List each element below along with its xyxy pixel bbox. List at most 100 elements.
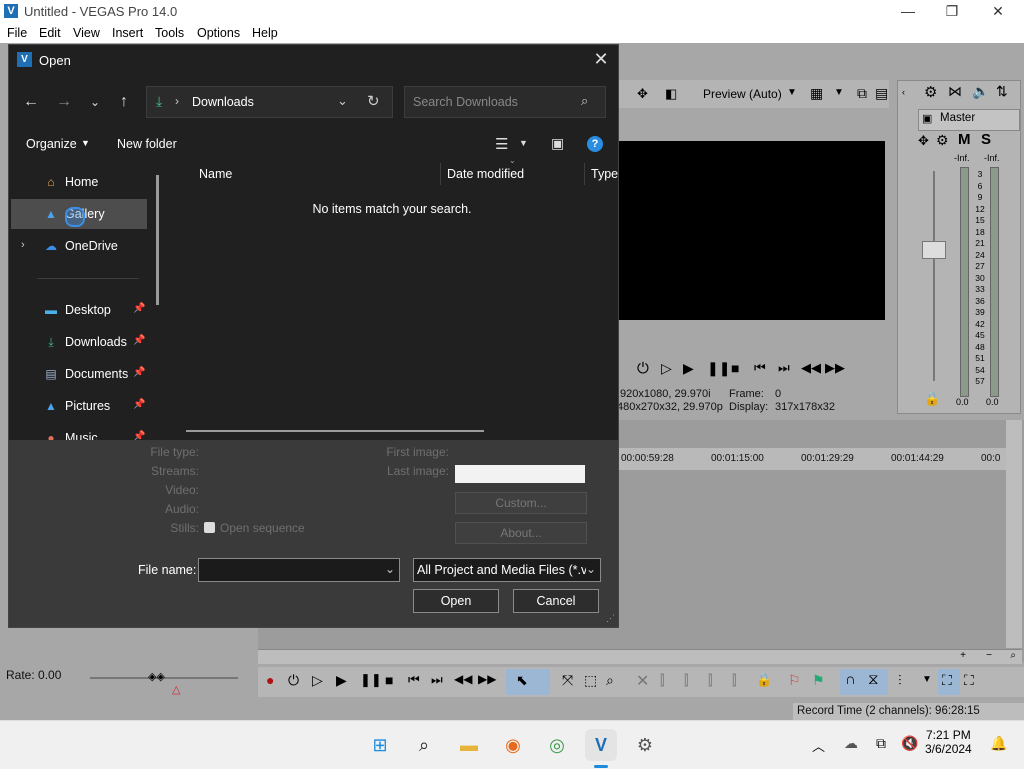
- lock-envelopes-icon[interactable]: ⛶: [942, 672, 952, 689]
- mute-button[interactable]: M: [958, 131, 971, 148]
- downmix-icon[interactable]: ⇅: [996, 83, 1008, 100]
- search-icon[interactable]: ⌕: [408, 729, 440, 761]
- overlay-icon[interactable]: ◧: [665, 86, 677, 102]
- column-date-modified[interactable]: Date modified: [447, 167, 524, 181]
- nav-scrollbar[interactable]: [156, 175, 159, 305]
- open-button[interactable]: Open: [413, 589, 499, 613]
- fx-icon[interactable]: ⚙: [936, 132, 949, 149]
- organize-button[interactable]: Organize: [26, 137, 77, 151]
- nav-item-desktop[interactable]: ▬ Desktop 📌: [11, 295, 147, 325]
- previous-frame-icon[interactable]: ◀◀: [454, 672, 472, 686]
- play-icon[interactable]: ▶: [683, 360, 694, 377]
- custom-button[interactable]: Custom...: [455, 492, 587, 514]
- bus-icon[interactable]: ⋈: [948, 83, 962, 100]
- zoom-tool-icon[interactable]: ⌕: [606, 672, 614, 689]
- nav-item-onedrive[interactable]: › ☁ OneDrive: [11, 231, 147, 261]
- nav-item-downloads[interactable]: ⤓ Downloads 📌: [11, 327, 147, 357]
- maximize-button[interactable]: ❐: [932, 2, 972, 20]
- file-explorer-icon[interactable]: ▬: [453, 729, 485, 761]
- marker-icon[interactable]: ⚐: [788, 672, 801, 689]
- chevron-down-icon[interactable]: ▼: [81, 138, 90, 148]
- gear-icon[interactable]: ⚙: [924, 83, 937, 101]
- magnify-icon[interactable]: ⌕: [1010, 650, 1016, 661]
- go-to-start-icon[interactable]: ⏮: [754, 360, 766, 376]
- help-icon[interactable]: ?: [587, 136, 603, 152]
- vegas-taskbar-icon[interactable]: V: [585, 729, 617, 761]
- address-dropdown-chevron-icon[interactable]: ⌄: [337, 93, 348, 109]
- search-input[interactable]: Search Downloads ⌕: [404, 86, 606, 118]
- breadcrumb-downloads[interactable]: Downloads: [192, 95, 254, 109]
- master-fader[interactable]: [922, 241, 946, 259]
- refresh-icon[interactable]: ↻: [367, 92, 380, 110]
- column-type[interactable]: Type: [591, 167, 618, 181]
- file-list-scrollbar[interactable]: [186, 430, 484, 432]
- stop-icon[interactable]: ■: [385, 672, 393, 688]
- close-button[interactable]: ✕: [978, 2, 1018, 20]
- menu-help[interactable]: Help: [252, 26, 278, 40]
- windows-start-icon[interactable]: ⊞: [364, 729, 396, 761]
- envelope-tool-icon[interactable]: ⤧: [562, 672, 573, 689]
- speaker-icon[interactable]: 🔈: [972, 83, 989, 100]
- go-to-end-icon[interactable]: ⏭: [778, 360, 790, 376]
- onedrive-offline-icon[interactable]: ☁: [844, 735, 858, 752]
- file-type-select[interactable]: All Project and Media Files (*.ve ⌄: [413, 558, 601, 582]
- nav-item-home[interactable]: ⌂ Home: [11, 167, 147, 197]
- new-folder-button[interactable]: New folder: [117, 137, 177, 151]
- split-icon[interactable]: ⫿: [732, 672, 736, 689]
- pause-icon[interactable]: ❚❚: [360, 672, 382, 688]
- chevron-down-icon[interactable]: ▼: [922, 674, 932, 685]
- next-frame-icon[interactable]: ▶▶: [478, 672, 496, 686]
- timeline-ruler[interactable]: 00:00:59:28 00:01:15:00 00:01:29:29 00:0…: [617, 448, 1007, 470]
- file-name-input[interactable]: ⌄: [198, 558, 400, 582]
- show-hidden-icons-chevron[interactable]: ︿: [812, 736, 825, 755]
- play-icon[interactable]: ▶: [336, 672, 347, 689]
- chevron-down-icon[interactable]: ⌄: [385, 562, 395, 576]
- dialog-close-icon[interactable]: ✕: [589, 49, 613, 71]
- zoom-out-icon[interactable]: −: [986, 650, 992, 661]
- back-arrow-icon[interactable]: ←: [17, 91, 45, 113]
- view-options-icon[interactable]: ☰: [495, 135, 508, 153]
- last-image-field[interactable]: [455, 465, 585, 483]
- breadcrumb-chevron-icon[interactable]: ›: [175, 94, 179, 108]
- solo-button[interactable]: S: [981, 131, 991, 148]
- rate-slider-thumb-icon[interactable]: ◈◈: [148, 670, 165, 683]
- settings-gear-icon[interactable]: ⚙: [629, 729, 661, 761]
- menu-view[interactable]: View: [73, 26, 100, 40]
- go-to-end-icon[interactable]: ⏭: [431, 672, 443, 688]
- menu-file[interactable]: File: [7, 26, 27, 40]
- lock-icon[interactable]: 🔒: [924, 391, 940, 407]
- preview-pane-icon[interactable]: ▣: [551, 135, 564, 152]
- timeline-horizontal-scrollbar[interactable]: + − ⌕: [258, 649, 1022, 664]
- cancel-button[interactable]: Cancel: [513, 589, 599, 613]
- network-icon[interactable]: ⧉: [876, 735, 886, 752]
- chevron-down-icon[interactable]: ▼: [519, 138, 528, 148]
- delete-icon[interactable]: ✕: [636, 671, 649, 691]
- menu-options[interactable]: Options: [197, 26, 240, 40]
- pause-icon[interactable]: ❚❚: [707, 360, 730, 377]
- pan-icon[interactable]: ✥: [918, 133, 929, 149]
- region-icon[interactable]: ⚑: [812, 672, 825, 689]
- normal-edit-tool[interactable]: [506, 669, 550, 695]
- clock[interactable]: 7:21 PM 3/6/2024: [925, 728, 972, 756]
- notification-bell-icon[interactable]: 🔔: [990, 735, 1007, 752]
- next-frame-icon[interactable]: ▶▶: [825, 360, 845, 376]
- open-sequence-checkbox[interactable]: [204, 522, 215, 533]
- expand-chevron-icon[interactable]: ›: [21, 239, 25, 251]
- chevron-down-icon[interactable]: ▼: [787, 87, 797, 98]
- chevron-down-icon[interactable]: ⌄: [586, 562, 597, 576]
- snapping-magnet-icon[interactable]: ∩: [845, 671, 856, 688]
- copy-snapshot-icon[interactable]: ⧉: [857, 85, 867, 102]
- play-from-start-icon[interactable]: ▷: [661, 360, 672, 377]
- menu-insert[interactable]: Insert: [112, 26, 143, 40]
- about-button[interactable]: About...: [455, 522, 587, 544]
- auto-crossfade-icon[interactable]: ⧖: [868, 671, 879, 688]
- cursor-icon[interactable]: ⬉: [516, 672, 528, 689]
- menu-tools[interactable]: Tools: [155, 26, 184, 40]
- chrome-icon[interactable]: ◎: [541, 729, 573, 761]
- go-to-start-icon[interactable]: ⏮: [408, 672, 420, 688]
- preview-quality-dropdown[interactable]: Preview (Auto): [703, 87, 782, 101]
- trim-icon[interactable]: ⫿: [660, 672, 664, 689]
- minimize-button[interactable]: —: [888, 2, 928, 20]
- save-snapshot-icon[interactable]: ▤: [875, 85, 888, 102]
- menu-edit[interactable]: Edit: [39, 26, 61, 40]
